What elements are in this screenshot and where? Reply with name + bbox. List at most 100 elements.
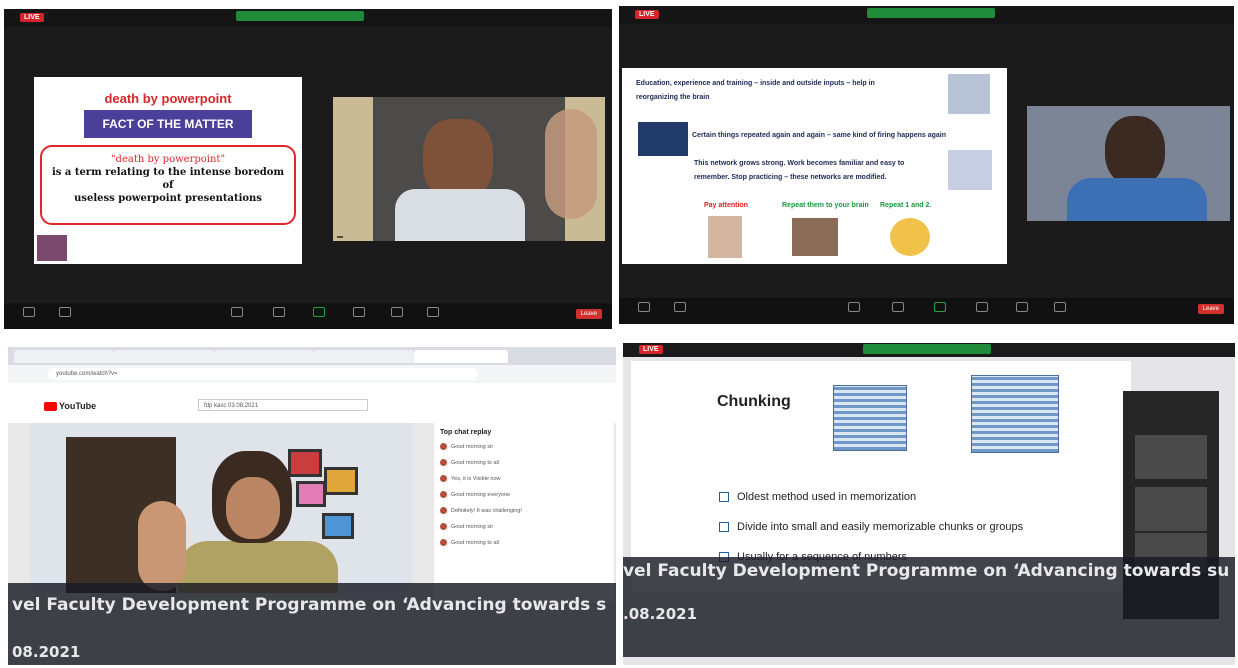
youtube-search-input[interactable]: fdp kasc 03.08.2021 <box>198 399 368 411</box>
bullet-2: Divide into small and easily memorizable… <box>719 521 1023 533</box>
speaker-video <box>1027 106 1230 221</box>
participant-video[interactable] <box>1135 487 1207 531</box>
thinking-person-image <box>792 218 838 256</box>
youtube-logo[interactable]: YouTube <box>44 401 97 412</box>
slide-title: Chunking <box>717 393 791 410</box>
leave-button[interactable]: Leave <box>575 309 602 319</box>
label-repeat-brain: Repeat them to your brain <box>782 202 869 209</box>
mic-icon <box>638 302 650 312</box>
network-image <box>948 150 992 190</box>
cube-small-image <box>833 385 907 451</box>
chat-button[interactable] <box>887 302 909 314</box>
zoom-window-2: LIVE Education, experience and training … <box>619 6 1234 324</box>
video-button[interactable] <box>669 302 691 314</box>
avatar <box>440 443 447 450</box>
participants-button[interactable] <box>226 307 248 319</box>
avatar <box>440 539 447 546</box>
more-icon <box>427 307 439 317</box>
reaction-icon <box>1016 302 1028 312</box>
record-button[interactable] <box>348 307 370 319</box>
slide-line-3a: This network grows strong. Work becomes … <box>694 160 905 167</box>
video-button[interactable] <box>54 307 76 319</box>
chat-text: Good morning to all <box>451 539 499 546</box>
chat-message: Good morning everyone <box>440 491 608 498</box>
chat-message: Good morning to all <box>440 539 608 546</box>
recording-pill[interactable] <box>863 344 991 354</box>
slide-line-3b: remember. Stop practicing – these networ… <box>694 174 887 181</box>
chat-button[interactable] <box>268 307 290 319</box>
avatar <box>440 523 447 530</box>
wall-frame <box>324 467 358 495</box>
share-screen-button[interactable] <box>929 302 951 314</box>
url-field[interactable]: youtube.com/watch?v= <box>48 368 478 380</box>
reaction-icon <box>391 307 403 317</box>
leave-button[interactable]: Leave <box>1197 304 1224 314</box>
speaker-shirt <box>395 189 525 241</box>
address-bar: youtube.com/watch?v= <box>8 365 616 383</box>
slide-line-3: useless powerpoint presentations <box>74 193 262 204</box>
shared-slide: death by powerpoint FACT OF THE MATTER "… <box>34 77 302 264</box>
label-pay-attention: Pay attention <box>704 202 748 209</box>
youtube-logo-text: YouTube <box>59 401 97 411</box>
browser-tab-active[interactable] <box>414 350 508 363</box>
programme-banner: vel Faculty Development Programme on ‘Ad… <box>623 557 1235 657</box>
play-icon <box>44 402 57 412</box>
person-at-door-image <box>948 74 990 114</box>
banner-date: .08.2021 <box>623 605 698 623</box>
slide-line-1b: reorganizing the brain <box>636 94 710 101</box>
record-button[interactable] <box>971 302 993 314</box>
slide-line-2: Certain things repeated again and again … <box>692 132 946 139</box>
browser-tab[interactable] <box>14 350 114 363</box>
slide-line-1: is a term relating to the intense boredo… <box>51 167 285 178</box>
youtube-header: YouTube fdp kasc 03.08.2021 <box>8 383 616 423</box>
mute-button[interactable] <box>633 302 655 314</box>
programme-banner: vel Faculty Development Programme on ‘Ad… <box>8 583 616 665</box>
cube-large-image <box>971 375 1059 453</box>
bullet-1: Oldest method used in memorization <box>719 491 916 503</box>
share-icon <box>934 302 946 312</box>
reactions-button[interactable] <box>386 307 408 319</box>
slide-fact-banner: FACT OF THE MATTER <box>84 110 252 138</box>
shared-slide: Education, experience and training – ins… <box>622 68 1007 264</box>
chat-message: Definitely! It was challenging! <box>440 507 608 514</box>
bullet-text: Divide into small and easily memorizable… <box>737 521 1024 533</box>
chat-icon <box>273 307 285 317</box>
slide-quote: "death by powerpoint" <box>110 154 226 165</box>
checkbox-bullet-icon <box>719 492 729 503</box>
video-player[interactable] <box>30 423 412 593</box>
participants-button[interactable] <box>843 302 865 314</box>
reactions-button[interactable] <box>1011 302 1033 314</box>
slide-definition-box: "death by powerpoint" is a term relating… <box>40 145 296 225</box>
browser-tab[interactable] <box>314 350 414 363</box>
browser-tab[interactable] <box>114 350 214 363</box>
chat-text: Good morning everyone <box>451 491 511 498</box>
slide-line-1a: Education, experience and training – ins… <box>636 80 875 87</box>
recording-pill[interactable] <box>236 11 364 21</box>
recording-pill[interactable] <box>867 8 995 18</box>
share-icon <box>313 307 325 317</box>
banner-title: vel Faculty Development Programme on ‘Ad… <box>623 561 1230 581</box>
slide-line-2: of <box>162 180 174 191</box>
more-button[interactable] <box>422 307 444 319</box>
chat-message: Yes, it is Visible now <box>440 475 608 482</box>
camera-icon <box>59 307 71 317</box>
people-icon <box>848 302 860 312</box>
curtain-left <box>333 97 373 241</box>
speaker-face <box>226 477 280 539</box>
avatar <box>440 507 447 514</box>
more-button[interactable] <box>1049 302 1071 314</box>
neurons-image <box>638 122 688 156</box>
magnifier-image <box>708 216 742 258</box>
share-screen-button[interactable] <box>308 307 330 319</box>
browser-window: youtube.com/watch?v= YouTube fdp kasc 03… <box>8 347 616 665</box>
avatar <box>440 475 447 482</box>
zoom-toolbar: Leave <box>619 298 1234 324</box>
people-icon <box>231 307 243 317</box>
chat-message: Good morning sir <box>440 523 608 530</box>
mute-button[interactable] <box>18 307 40 319</box>
participant-video[interactable] <box>1135 435 1207 479</box>
chat-header[interactable]: Top chat replay <box>440 429 491 436</box>
chat-text: Definitely! It was challenging! <box>451 507 522 514</box>
browser-tab[interactable] <box>214 350 314 363</box>
banner-title: vel Faculty Development Programme on ‘Ad… <box>12 595 607 615</box>
